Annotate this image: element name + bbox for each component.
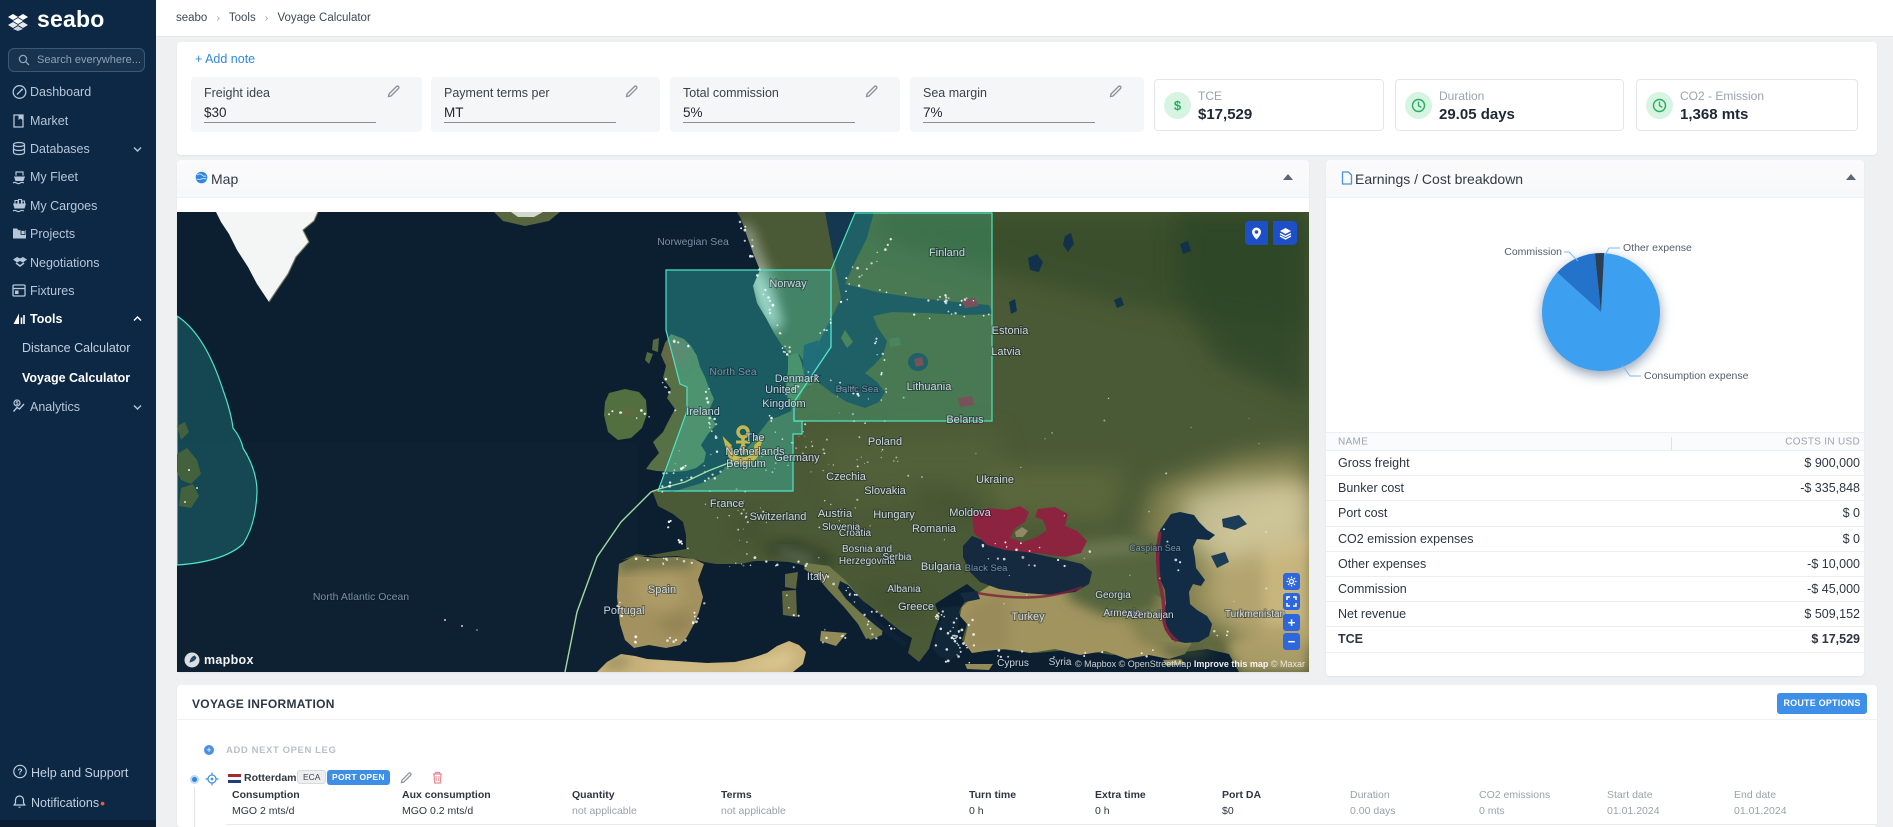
svg-text:Switzerland: Switzerland [750, 511, 807, 523]
svg-text:Kingdom: Kingdom [762, 398, 805, 410]
svg-text:North Sea: North Sea [709, 366, 756, 378]
svg-text:Slovakia: Slovakia [864, 485, 906, 497]
svg-text:Croatia: Croatia [839, 528, 872, 539]
svg-text:Germany: Germany [774, 452, 820, 464]
svg-text:Ukraine: Ukraine [976, 474, 1014, 486]
svg-text:Black Sea: Black Sea [965, 563, 1008, 574]
svg-text:Caspian Sea: Caspian Sea [1129, 543, 1181, 553]
svg-text:Syria: Syria [1049, 657, 1072, 668]
svg-text:Belarus: Belarus [946, 414, 984, 426]
svg-text:Baltic Sea: Baltic Sea [836, 384, 879, 395]
svg-text:Hungary: Hungary [873, 509, 915, 521]
svg-text:Bulgaria: Bulgaria [921, 561, 962, 573]
svg-text:Latvia: Latvia [991, 346, 1021, 358]
svg-text:Czechia: Czechia [826, 471, 867, 483]
svg-text:Ireland: Ireland [686, 406, 720, 418]
svg-text:Estonia: Estonia [992, 325, 1030, 337]
svg-text:Turkmenistan: Turkmenistan [1225, 609, 1285, 620]
svg-text:$: $ [15, 401, 18, 407]
svg-text:Albania: Albania [887, 584, 921, 595]
svg-text:Commission: Commission [1504, 246, 1562, 258]
svg-text:Norway: Norway [769, 278, 807, 290]
svg-text:Poland: Poland [868, 436, 902, 448]
svg-text:United: United [765, 384, 797, 396]
svg-text:Lithuania: Lithuania [907, 381, 953, 393]
svg-text:Consumption expense: Consumption expense [1644, 370, 1749, 382]
svg-text:The: The [746, 432, 765, 444]
svg-text:?: ? [17, 767, 22, 777]
svg-text:Greece: Greece [898, 601, 934, 613]
svg-text:Romania: Romania [912, 523, 957, 535]
svg-text:Moldova: Moldova [949, 507, 991, 519]
svg-text:Austria: Austria [818, 508, 853, 520]
svg-text:Azerbaijan: Azerbaijan [1126, 610, 1173, 621]
svg-text:Finland: Finland [929, 247, 965, 259]
svg-text:Other expense: Other expense [1623, 242, 1692, 254]
svg-text:Italy: Italy [807, 571, 828, 583]
svg-text:Turkey: Turkey [1011, 611, 1045, 623]
svg-text:Georgia: Georgia [1095, 590, 1131, 601]
svg-text:Norwegian Sea: Norwegian Sea [657, 236, 729, 248]
svg-text:France: France [710, 498, 744, 510]
svg-text:Portugal: Portugal [604, 605, 645, 617]
svg-text:Belgium: Belgium [726, 458, 766, 470]
svg-text:Serbia: Serbia [883, 552, 912, 563]
svg-text:Spain: Spain [648, 584, 676, 596]
svg-text:North Atlantic Ocean: North Atlantic Ocean [313, 591, 409, 603]
svg-text:Cyprus: Cyprus [997, 658, 1029, 669]
